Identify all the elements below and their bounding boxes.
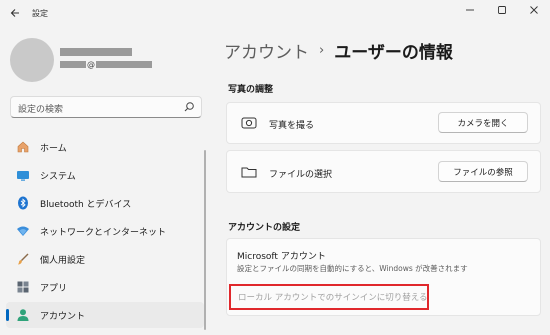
section-title-photo: 写真の調整	[228, 85, 274, 95]
sidebar-item-accounts[interactable]: アカウント	[6, 302, 204, 328]
minimize-icon	[466, 9, 474, 11]
email-redacted-part	[96, 61, 152, 68]
back-arrow-icon	[9, 7, 21, 22]
microsoft-account-card: Microsoft アカウント 設定とファイルの同期を自動的にすると、Windo…	[226, 238, 541, 316]
sidebar-item-personalization[interactable]: 個人用設定	[6, 246, 204, 272]
system-icon	[16, 168, 30, 182]
choose-file-label: ファイルの選択	[269, 170, 333, 180]
sidebar-item-label: 個人用設定	[40, 256, 86, 266]
maximize-button[interactable]	[486, 0, 518, 20]
sidebar-scrollbar[interactable]	[204, 150, 206, 330]
user-name-redacted	[60, 48, 132, 56]
sidebar-item-label: アカウント	[40, 312, 86, 322]
microsoft-account-description: 設定とファイルの同期を自動的にすると、Windows が改善されます	[237, 264, 468, 273]
email-at-sign: @	[87, 60, 95, 69]
sidebar-item-label: アプリ	[40, 284, 68, 294]
folder-icon	[241, 167, 257, 178]
app-title: 設定	[32, 9, 48, 18]
minimize-button[interactable]	[454, 0, 486, 20]
search-placeholder: 設定の検索	[18, 105, 64, 115]
network-icon	[16, 224, 30, 238]
sidebar-item-label: Bluetooth とデバイス	[40, 200, 132, 210]
choose-file-card: ファイルの選択 ファイルの参照	[226, 150, 541, 193]
back-button[interactable]	[6, 5, 24, 23]
page-title: ユーザーの情報	[334, 43, 453, 63]
account-icon	[16, 308, 30, 322]
close-button[interactable]	[518, 0, 550, 20]
take-photo-card: 写真を撮る カメラを開く	[226, 102, 541, 144]
search-icon	[184, 102, 194, 112]
sidebar-item-system[interactable]: システム	[6, 162, 204, 188]
switch-to-local-account-label: ローカル アカウントでのサインインに切り替える	[238, 293, 428, 303]
title-bar: 設定	[0, 0, 550, 28]
close-icon	[530, 6, 538, 14]
maximize-icon	[498, 6, 506, 14]
open-camera-button[interactable]: カメラを開く	[438, 112, 528, 133]
sidebar-item-bluetooth[interactable]: Bluetooth とデバイス	[6, 190, 204, 216]
sidebar-item-apps[interactable]: アプリ	[6, 274, 204, 300]
breadcrumb: アカウント › ユーザーの情報	[224, 38, 453, 63]
sidebar-item-label: ネットワークとインターネット	[40, 228, 167, 238]
breadcrumb-parent[interactable]: アカウント	[224, 38, 309, 63]
home-icon	[16, 140, 30, 154]
switch-to-local-account-link[interactable]: ローカル アカウントでのサインインに切り替える	[229, 284, 429, 310]
browse-files-button[interactable]: ファイルの参照	[438, 161, 528, 182]
section-title-account-settings: アカウントの設定	[228, 223, 301, 233]
personalization-icon	[16, 252, 30, 266]
sidebar-item-home[interactable]: ホーム	[6, 134, 204, 160]
sidebar-item-label: ホーム	[40, 144, 67, 154]
search-input[interactable]: 設定の検索	[10, 96, 202, 118]
take-photo-label: 写真を撮る	[269, 121, 315, 131]
microsoft-account-title: Microsoft アカウント	[237, 252, 326, 262]
window-controls	[454, 0, 550, 20]
sidebar-item-network[interactable]: ネットワークとインターネット	[6, 218, 204, 244]
user-email: @	[60, 60, 152, 69]
breadcrumb-separator: ›	[319, 43, 325, 58]
selection-indicator	[6, 309, 9, 321]
sidebar-item-label: システム	[40, 172, 76, 182]
bluetooth-icon	[16, 196, 30, 210]
apps-icon	[16, 280, 30, 294]
avatar	[10, 38, 54, 82]
camera-icon	[241, 117, 257, 129]
email-redacted-part	[60, 61, 86, 68]
